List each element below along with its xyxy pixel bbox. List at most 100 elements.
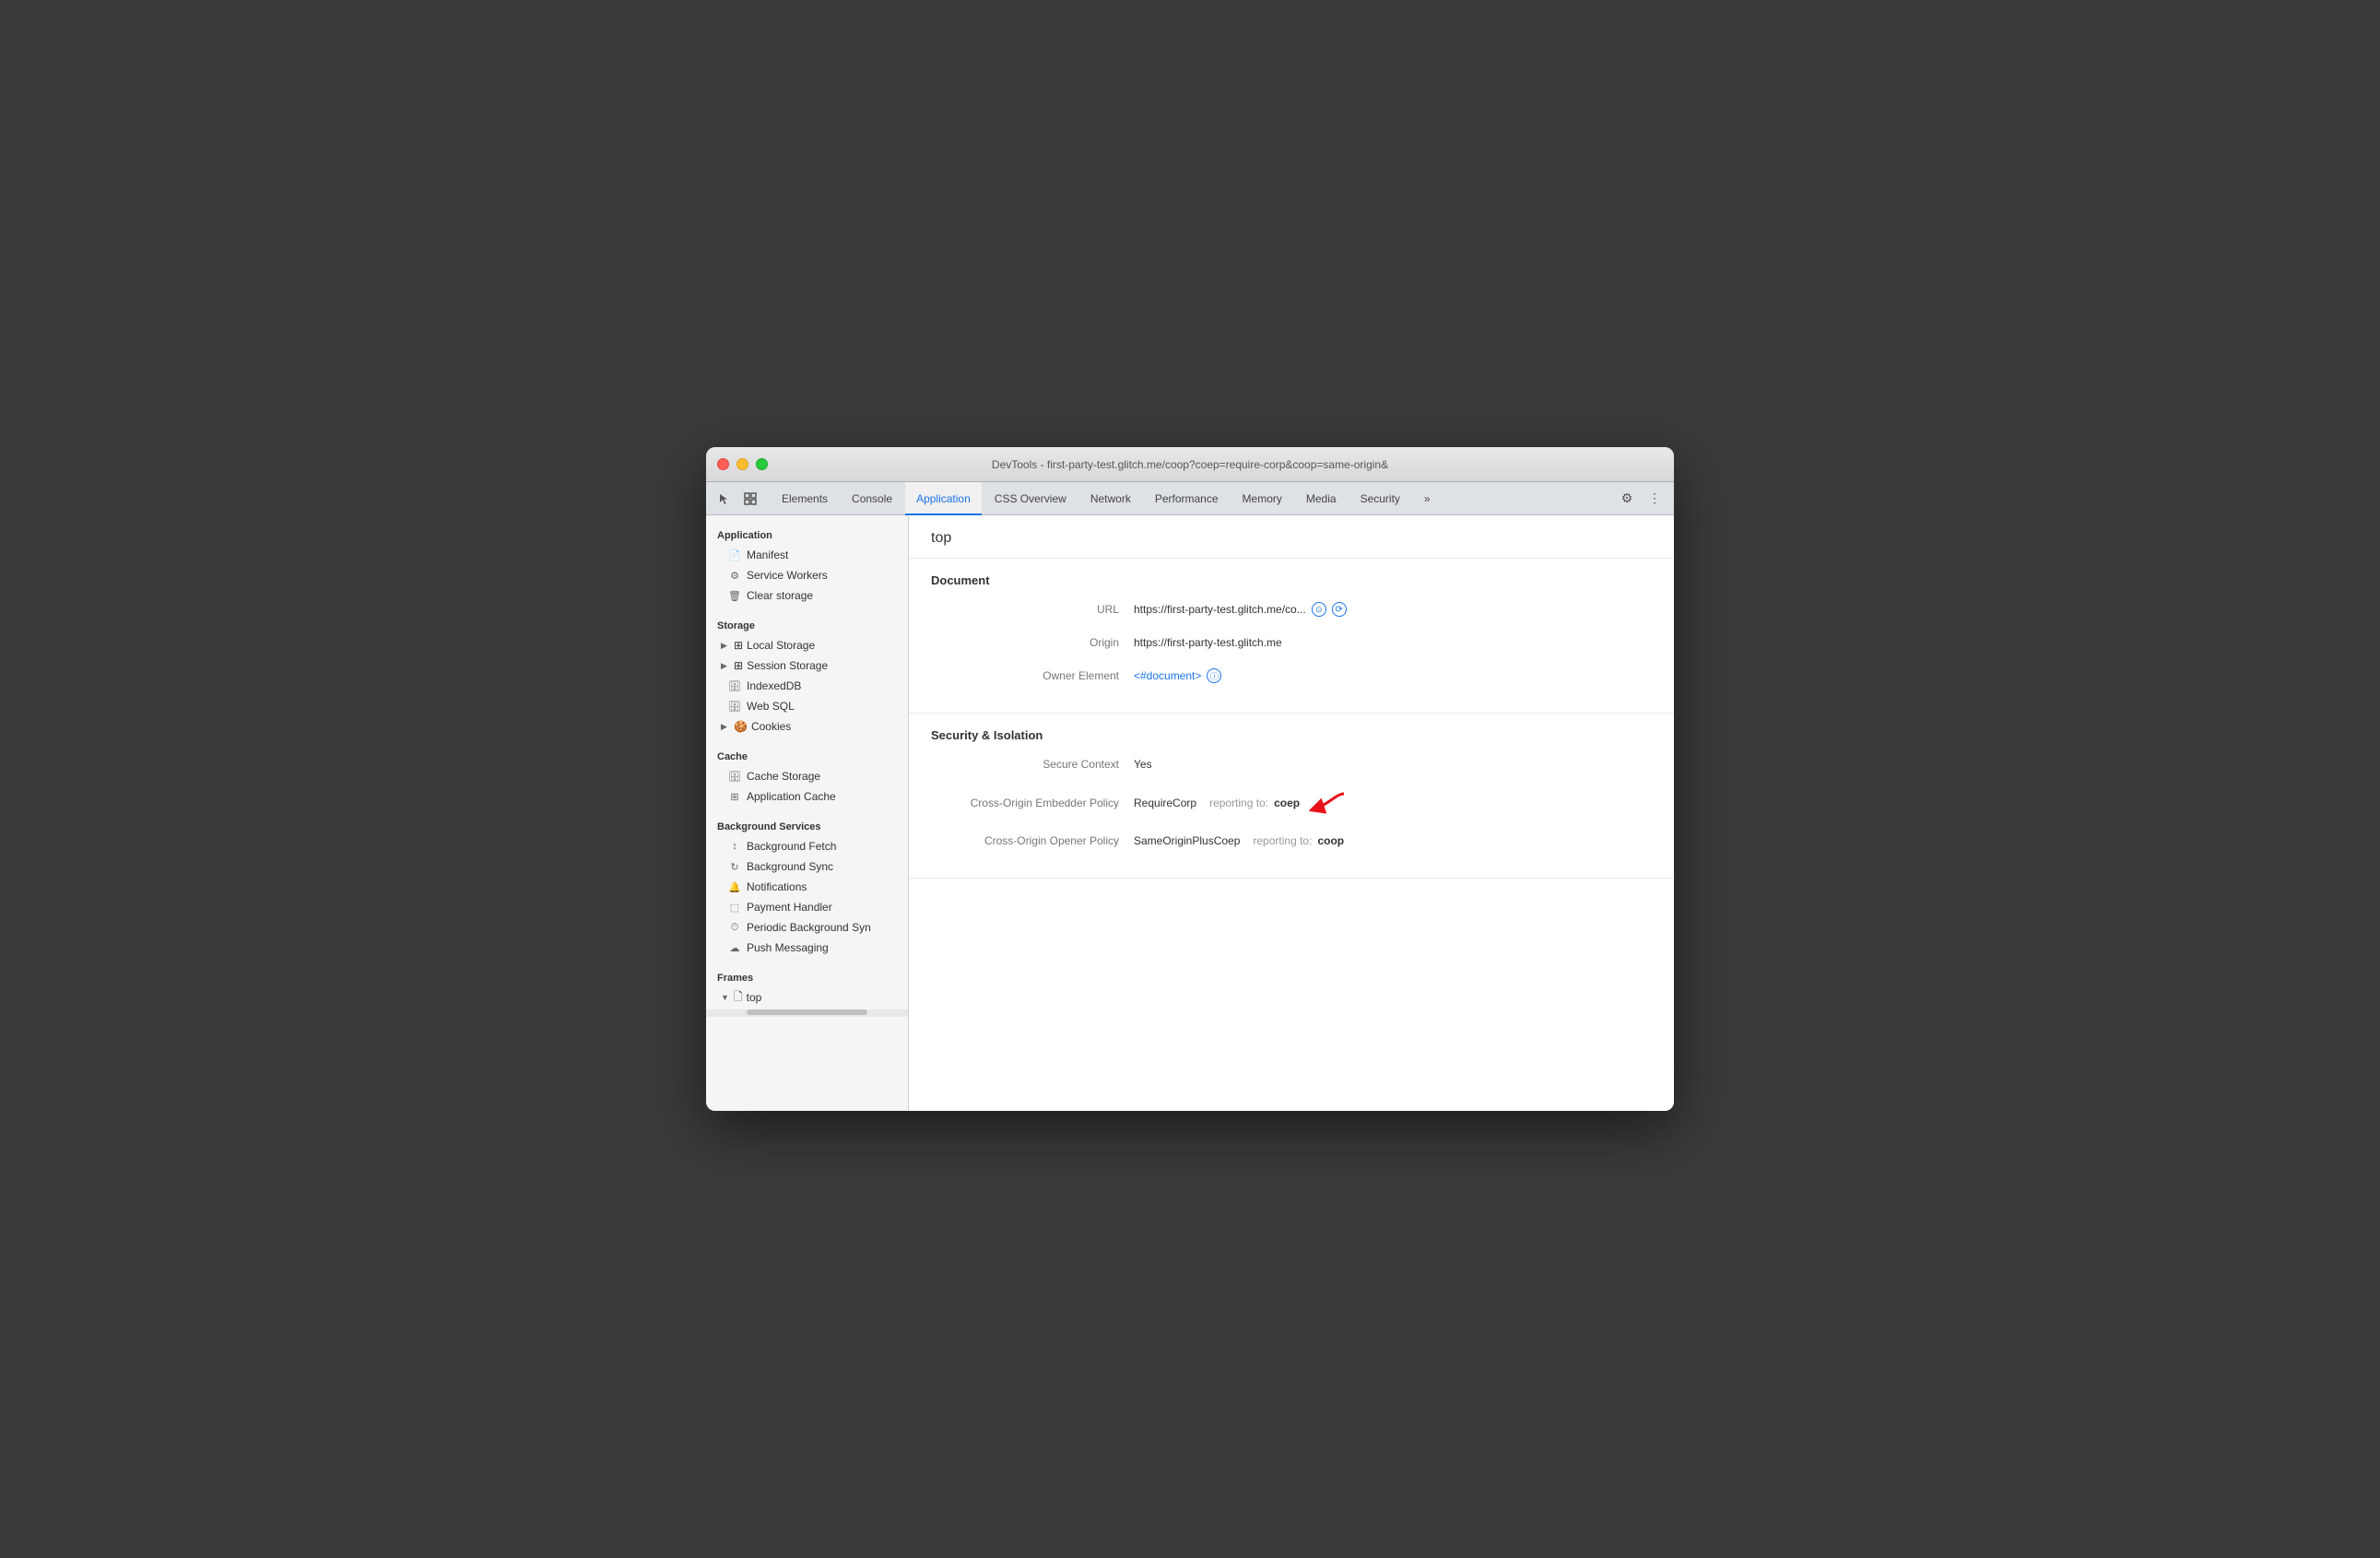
page-title: top [909, 515, 1674, 559]
owner-element-field-row: Owner Element <#document> ⓘ [931, 665, 1652, 687]
tab-more[interactable]: » [1413, 482, 1442, 515]
origin-text: https://first-party-test.glitch.me [1134, 636, 1282, 649]
coep-reporting-value: coep [1274, 797, 1300, 809]
coop-reporting-value: coop [1317, 834, 1344, 847]
tab-performance[interactable]: Performance [1144, 482, 1230, 515]
sidebar-item-local-storage[interactable]: ▶ ⊞ Local Storage [706, 635, 908, 655]
sidebar: Application 📄 Manifest ⚙ Service Workers… [706, 515, 909, 1111]
sidebar-item-websql[interactable]: 🗄 Web SQL [706, 696, 908, 716]
titlebar: DevTools - first-party-test.glitch.me/co… [706, 447, 1674, 482]
notifications-icon: 🔔 [728, 881, 741, 893]
websql-icon: 🗄 [728, 701, 741, 713]
red-arrow-svg [1309, 786, 1348, 816]
arrow-right-icon: ▶ [721, 641, 730, 651]
security-section-title: Security & Isolation [931, 728, 1652, 742]
tab-memory[interactable]: Memory [1231, 482, 1293, 515]
coep-value: RequireCorp reporting to: coep [1134, 786, 1348, 819]
sidebar-item-push-messaging[interactable]: ☁ Push Messaging [706, 938, 908, 958]
more-options-icon-button[interactable]: ⋮ [1643, 487, 1667, 511]
sidebar-item-payment-handler[interactable]: ⬚ Payment Handler [706, 897, 908, 917]
settings-icon-button[interactable]: ⚙ [1615, 487, 1639, 511]
url-text: https://first-party-test.glitch.me/co... [1134, 603, 1306, 616]
sidebar-section-storage: Storage [706, 613, 908, 635]
maximize-button[interactable] [756, 458, 768, 470]
tab-media[interactable]: Media [1295, 482, 1348, 515]
coep-label: Cross-Origin Embedder Policy [931, 797, 1134, 809]
origin-field-row: Origin https://first-party-test.glitch.m… [931, 631, 1652, 654]
coop-policy-value: SameOriginPlusCoep [1134, 834, 1240, 847]
session-storage-icon: ⊞ [734, 659, 743, 672]
cursor-icon-button[interactable] [713, 488, 736, 510]
background-fetch-icon: ↕ [728, 841, 741, 852]
sidebar-section-cache: Cache [706, 744, 908, 766]
sidebar-item-service-workers[interactable]: ⚙ Service Workers [706, 565, 908, 585]
inspect-icon-button[interactable] [739, 488, 761, 510]
secure-context-value: Yes [1134, 758, 1152, 771]
document-section: Document URL https://first-party-test.gl… [909, 559, 1674, 714]
sidebar-item-cookies[interactable]: ▶ 🍪 Cookies [706, 716, 908, 737]
sidebar-item-periodic-background-sync[interactable]: ⏱ Periodic Background Syn [706, 917, 908, 938]
sidebar-item-background-fetch[interactable]: ↕ Background Fetch [706, 836, 908, 856]
traffic-lights [717, 458, 768, 470]
tab-console[interactable]: Console [841, 482, 903, 515]
sidebar-item-session-storage[interactable]: ▶ ⊞ Session Storage [706, 655, 908, 676]
url-label: URL [931, 603, 1134, 616]
tab-application[interactable]: Application [905, 482, 982, 515]
tab-security[interactable]: Security [1349, 482, 1411, 515]
coep-reporting-label: reporting to: [1209, 797, 1268, 809]
sidebar-item-application-cache[interactable]: ⊞ Application Cache [706, 786, 908, 807]
arrow-right-icon-3: ▶ [721, 722, 730, 732]
tab-right-icons: ⚙ ⋮ [1615, 487, 1667, 511]
coop-reporting-label: reporting to: [1253, 834, 1312, 847]
sidebar-item-notifications[interactable]: 🔔 Notifications [706, 877, 908, 897]
sidebar-item-top-frame[interactable]: ▼ 🗋 top [706, 987, 908, 1008]
secure-context-label: Secure Context [931, 758, 1134, 771]
main-content: Application 📄 Manifest ⚙ Service Workers… [706, 515, 1674, 1111]
tab-css-overview[interactable]: CSS Overview [984, 482, 1078, 515]
origin-label: Origin [931, 636, 1134, 649]
sidebar-item-indexeddb[interactable]: 🗄 IndexedDB [706, 676, 908, 696]
tab-network[interactable]: Network [1079, 482, 1142, 515]
coop-field-row: Cross-Origin Opener Policy SameOriginPlu… [931, 830, 1652, 852]
periodic-background-sync-icon: ⏱ [728, 922, 741, 934]
sidebar-section-background-services: Background Services [706, 814, 908, 836]
sidebar-item-background-sync[interactable]: ↻ Background Sync [706, 856, 908, 877]
minimize-button[interactable] [736, 458, 748, 470]
owner-element-value: <#document> ⓘ [1134, 668, 1221, 683]
application-cache-icon: ⊞ [728, 791, 741, 803]
close-button[interactable] [717, 458, 729, 470]
sidebar-scrollbar[interactable] [706, 1009, 908, 1017]
sidebar-item-clear-storage[interactable]: 🗑 Clear storage [706, 585, 908, 606]
push-messaging-icon: ☁ [728, 942, 741, 954]
arrow-down-icon: ▼ [721, 993, 730, 1002]
security-section: Security & Isolation Secure Context Yes … [909, 714, 1674, 879]
coep-field-row: Cross-Origin Embedder Policy RequireCorp… [931, 786, 1652, 819]
sidebar-item-manifest[interactable]: 📄 Manifest [706, 545, 908, 565]
url-field-row: URL https://first-party-test.glitch.me/c… [931, 598, 1652, 620]
url-value: https://first-party-test.glitch.me/co...… [1134, 602, 1347, 617]
coop-value: SameOriginPlusCoep reporting to: coop [1134, 834, 1344, 847]
cache-storage-icon: 🗄 [728, 771, 741, 783]
tabs-bar: Elements Console Application CSS Overvie… [706, 482, 1674, 515]
content-panel: top Document URL https://first-party-tes… [909, 515, 1674, 1111]
inspect-icon [744, 492, 757, 505]
sidebar-item-cache-storage[interactable]: 🗄 Cache Storage [706, 766, 908, 786]
cookies-icon: 🍪 [734, 720, 748, 733]
clear-storage-icon: 🗑 [728, 590, 741, 602]
url-inspect-icon[interactable]: ⊙ [1312, 602, 1326, 617]
tab-elements[interactable]: Elements [771, 482, 839, 515]
devtools-window: DevTools - first-party-test.glitch.me/co… [706, 447, 1674, 1111]
owner-element-info-icon[interactable]: ⓘ [1207, 668, 1221, 683]
window-title: DevTools - first-party-test.glitch.me/co… [992, 458, 1388, 471]
url-refresh-icon[interactable]: ⟳ [1332, 602, 1347, 617]
coep-policy-value: RequireCorp [1134, 797, 1196, 809]
secure-context-field-row: Secure Context Yes [931, 753, 1652, 775]
service-workers-icon: ⚙ [728, 570, 741, 582]
sidebar-scrollbar-thumb [747, 1009, 867, 1015]
origin-value: https://first-party-test.glitch.me [1134, 636, 1282, 649]
manifest-icon: 📄 [728, 549, 741, 561]
indexeddb-icon: 🗄 [728, 680, 741, 692]
owner-element-link[interactable]: <#document> [1134, 669, 1201, 682]
sidebar-section-frames: Frames [706, 965, 908, 987]
cursor-icon [718, 492, 731, 505]
